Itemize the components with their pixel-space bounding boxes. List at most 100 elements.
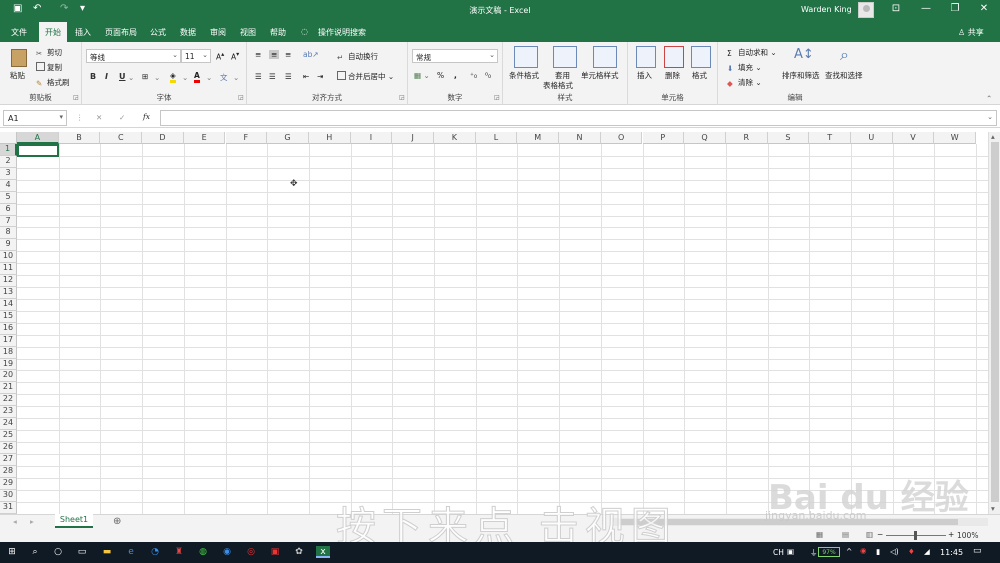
- tab-home[interactable]: 开始: [39, 22, 67, 42]
- ribbon-display-options-icon[interactable]: ⊡: [886, 3, 906, 14]
- tab-insert[interactable]: 插入: [75, 27, 91, 38]
- copy-button[interactable]: 复制: [36, 62, 62, 73]
- format-painter-button[interactable]: ✎ 格式刷: [36, 77, 70, 88]
- vertical-scrollbar[interactable]: ▴ ▾: [988, 132, 1000, 514]
- row-header-14[interactable]: 14: [0, 298, 17, 311]
- avatar[interactable]: [858, 2, 874, 18]
- zoom-slider-thumb[interactable]: [914, 531, 917, 540]
- row-header-2[interactable]: 2: [0, 155, 17, 168]
- column-header-d[interactable]: D: [142, 132, 184, 144]
- row-header-1[interactable]: 1: [0, 144, 17, 156]
- row-header-21[interactable]: 21: [0, 382, 17, 395]
- column-header-w[interactable]: W: [934, 132, 977, 144]
- find-select-button[interactable]: ⌕ 查找和选择: [824, 45, 870, 89]
- cancel-icon[interactable]: ✕: [96, 113, 102, 122]
- row-header-15[interactable]: 15: [0, 310, 17, 323]
- align-left-icon[interactable]: ☰: [255, 72, 262, 81]
- row-header-11[interactable]: 11: [0, 263, 17, 276]
- row-header-28[interactable]: 28: [0, 465, 17, 478]
- row-header-13[interactable]: 13: [0, 287, 17, 299]
- alignment-launcher-icon[interactable]: ◲: [399, 94, 405, 101]
- column-header-k[interactable]: K: [434, 132, 476, 144]
- cortana-icon[interactable]: ○: [52, 546, 64, 558]
- chevron-down-icon[interactable]: ⌄: [233, 73, 239, 82]
- fill-color-icon[interactable]: ◈: [170, 71, 176, 83]
- row-header-4[interactable]: 4: [0, 179, 17, 192]
- tab-view[interactable]: 视图: [240, 27, 256, 38]
- share-button[interactable]: ♙ 共享: [958, 27, 984, 38]
- column-header-b[interactable]: B: [58, 132, 101, 144]
- next-sheet-icon[interactable]: ▸: [30, 517, 34, 526]
- search-icon[interactable]: ⌕: [29, 546, 41, 558]
- select-all-corner[interactable]: [0, 132, 17, 144]
- shrink-font-icon[interactable]: A▾: [231, 51, 239, 62]
- delete-cells-button[interactable]: 删除: [662, 45, 686, 89]
- prev-sheet-icon[interactable]: ◂: [13, 517, 17, 526]
- grow-font-icon[interactable]: A▴: [216, 51, 224, 62]
- column-header-m[interactable]: M: [517, 132, 560, 144]
- align-top-icon[interactable]: ≡: [255, 50, 261, 59]
- task-view-icon[interactable]: ▭: [76, 546, 88, 558]
- tab-review[interactable]: 审阅: [210, 27, 226, 38]
- cut-button[interactable]: ✂ 剪切: [36, 47, 62, 58]
- tab-data[interactable]: 数据: [180, 27, 196, 38]
- comma-button[interactable]: ,: [454, 71, 457, 80]
- chevron-down-icon[interactable]: ⌄: [182, 73, 188, 82]
- worksheet-grid[interactable]: ABCDEFGHIJKLMNOPQRSTUVW 1 2 3 4 5 6 7 8 9 10 11 12 1…: [0, 132, 988, 514]
- font-size-select[interactable]: 11 ⌄: [181, 49, 211, 63]
- column-header-p[interactable]: P: [642, 132, 685, 144]
- tab-formulas[interactable]: 公式: [150, 27, 166, 38]
- insert-cells-button[interactable]: 插入: [634, 45, 658, 89]
- edge-icon[interactable]: e: [125, 546, 137, 558]
- chevron-down-icon[interactable]: ⌄: [154, 73, 160, 82]
- scroll-down-icon[interactable]: ▾: [991, 504, 995, 513]
- row-header-26[interactable]: 26: [0, 442, 17, 454]
- row-header-31[interactable]: 31: [0, 501, 17, 514]
- merge-center-button[interactable]: 合并后居中 ⌄: [337, 71, 394, 82]
- security-icon[interactable]: ◉: [860, 546, 867, 555]
- notifications-icon[interactable]: ▭: [973, 546, 982, 556]
- power-plug-icon[interactable]: ⏚: [810, 547, 818, 558]
- format-cells-button[interactable]: 格式: [689, 45, 713, 89]
- paste-button[interactable]: 粘贴: [8, 47, 30, 87]
- selected-cell-a1[interactable]: [17, 144, 59, 157]
- zoom-out-button[interactable]: −: [877, 530, 883, 539]
- column-header-u[interactable]: U: [851, 132, 893, 144]
- decrease-indent-icon[interactable]: ⇤: [303, 72, 309, 81]
- row-header-3[interactable]: 3: [0, 167, 17, 180]
- battery-indicator[interactable]: 97%: [818, 547, 840, 557]
- percent-button[interactable]: %: [437, 71, 444, 80]
- ime-indicator[interactable]: CH: [773, 548, 784, 557]
- row-header-7[interactable]: 7: [0, 215, 17, 228]
- name-box[interactable]: A1 ▾: [3, 110, 67, 126]
- column-header-g[interactable]: G: [267, 132, 309, 144]
- font-launcher-icon[interactable]: ◲: [238, 94, 244, 101]
- insert-function-icon[interactable]: fx: [143, 112, 150, 121]
- clock-app-icon[interactable]: ◔: [149, 546, 161, 558]
- row-header-9[interactable]: 9: [0, 239, 17, 252]
- bold-button[interactable]: B: [90, 72, 96, 81]
- column-header-v[interactable]: V: [892, 132, 935, 144]
- settings-app-icon[interactable]: ✿: [293, 546, 305, 558]
- font-name-select[interactable]: 等线 ⌄: [86, 49, 181, 63]
- scroll-up-icon[interactable]: ▴: [991, 132, 995, 141]
- row-header-25[interactable]: 25: [0, 430, 17, 442]
- more-options-icon[interactable]: ⋮: [76, 113, 84, 122]
- column-header-q[interactable]: Q: [684, 132, 726, 144]
- row-header-22[interactable]: 22: [0, 394, 17, 407]
- red-app-icon[interactable]: ▣: [269, 546, 281, 558]
- column-header-s[interactable]: S: [767, 132, 810, 144]
- vertical-scroll-thumb[interactable]: [991, 142, 999, 502]
- row-header-19[interactable]: 19: [0, 358, 17, 371]
- row-header-6[interactable]: 6: [0, 203, 17, 216]
- browser-icon[interactable]: ◉: [221, 546, 233, 558]
- font-color-icon[interactable]: A: [194, 71, 200, 83]
- clipboard-launcher-icon[interactable]: ◲: [73, 94, 79, 101]
- excel-taskbar-icon[interactable]: x: [316, 546, 330, 558]
- number-format-select[interactable]: 常规 ⌄: [412, 49, 498, 63]
- ime-mode-icon[interactable]: ▣: [787, 547, 794, 556]
- row-header-17[interactable]: 17: [0, 334, 17, 347]
- column-header-j[interactable]: J: [392, 132, 434, 144]
- row-header-27[interactable]: 27: [0, 453, 17, 466]
- app-icon[interactable]: ♜: [173, 546, 185, 558]
